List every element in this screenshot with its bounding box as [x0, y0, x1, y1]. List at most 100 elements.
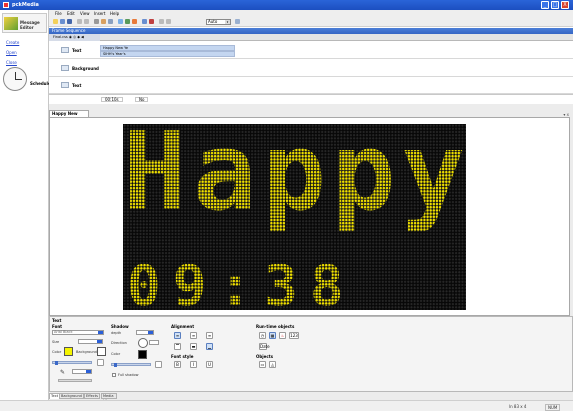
zoom-select[interactable]: Auto ▾ [206, 19, 231, 25]
menu-help[interactable]: Help [110, 11, 119, 16]
insert-image-icon[interactable] [125, 19, 130, 24]
maximize-button[interactable]: □ [551, 1, 559, 9]
app-window: pckMedia _ □ X Message Editor Create Ope… [0, 0, 573, 411]
insert-text-icon[interactable] [118, 19, 123, 24]
play-icon[interactable] [142, 19, 147, 24]
text-color-swatch[interactable] [64, 347, 73, 356]
stop-icon[interactable] [149, 19, 154, 24]
schedule-label[interactable]: Schedule [30, 81, 51, 86]
create-link[interactable]: Create [6, 40, 19, 45]
copy-icon[interactable] [101, 19, 106, 24]
track-label: Text [72, 83, 82, 88]
shadow-color-swatch[interactable] [138, 350, 147, 359]
zoom-out-icon[interactable] [166, 19, 171, 24]
shadow-opacity-value[interactable] [155, 361, 162, 368]
message-editor-label: Message Editor [20, 20, 40, 30]
full-shadow-checkbox[interactable] [112, 373, 116, 377]
tab-media-library[interactable]: Media Library [101, 393, 118, 403]
italic-button[interactable]: I [190, 361, 197, 368]
depth-select[interactable] [136, 330, 154, 335]
paste-icon[interactable] [108, 19, 113, 24]
spacing-slider[interactable] [58, 379, 92, 382]
font-select[interactable]: Arial Black [52, 330, 104, 335]
counter-object-icon[interactable]: 123 [289, 332, 299, 339]
minimize-button[interactable]: _ [541, 1, 549, 9]
duration-field[interactable]: 00:10s [101, 97, 123, 102]
loop-field[interactable]: No [135, 97, 149, 102]
rectangle-object-icon[interactable]: ▭ [259, 361, 266, 368]
chevron-down-icon [86, 370, 91, 373]
temperature-object-icon[interactable]: ♨ [279, 332, 286, 339]
menu-insert[interactable]: Insert [94, 11, 105, 16]
font-group-title: Font [52, 324, 63, 329]
cut-icon[interactable] [94, 19, 99, 24]
shadow-color-label: Color [111, 352, 121, 356]
align-center-button[interactable]: ≡ [190, 332, 197, 339]
text-properties-panel: Text Font Arial Black Size Color Backgro… [49, 316, 573, 392]
shadow-opacity-slider[interactable] [111, 363, 151, 367]
size-label: Size [52, 340, 60, 344]
background-track-icon [61, 65, 69, 71]
timeline-ruler[interactable]: Final.css ◉ ◎ ◆ ◀ [49, 34, 573, 41]
led-display: Happy 09:38 [123, 124, 466, 310]
opacity-slider[interactable] [52, 361, 92, 365]
direction-label: Direction [111, 341, 127, 345]
clock-icon[interactable] [3, 67, 27, 91]
menu-file[interactable]: File [55, 11, 62, 16]
toolbar: Auto ▾ [49, 17, 573, 27]
slider-knob[interactable] [114, 363, 117, 367]
effect-select[interactable] [72, 369, 92, 374]
help-icon[interactable] [235, 19, 240, 24]
redo-icon[interactable] [84, 19, 89, 24]
frame-sequence-footer: 00:10s No [49, 94, 573, 103]
text-track-icon [61, 82, 69, 88]
menu-view[interactable]: View [80, 11, 90, 16]
track-row[interactable]: Background [49, 59, 573, 77]
open-link[interactable]: Open [6, 50, 17, 55]
insert-frame-icon[interactable] [132, 19, 137, 24]
status-bar: ln 83 x 4 NUM [0, 400, 573, 411]
direction-value[interactable] [149, 340, 159, 345]
slider-knob[interactable] [55, 361, 58, 365]
shadow-effect-icon[interactable]: ✎ [60, 369, 65, 376]
num-lock-indicator: NUM [545, 404, 561, 411]
clock-object-icon[interactable]: ◷ [259, 332, 266, 339]
track-row[interactable]: Text [49, 77, 573, 94]
open-icon[interactable] [60, 19, 65, 24]
direction-dial[interactable] [138, 338, 148, 348]
alignment-group-title: Alignment [171, 324, 195, 329]
opacity-value[interactable] [97, 359, 104, 366]
size-select[interactable] [78, 339, 103, 344]
timeline-tools[interactable]: Final.css ◉ ◎ ◆ ◀ [49, 34, 100, 41]
led-clock: 09:38 [127, 254, 356, 310]
align-right-button[interactable]: ≡ [206, 332, 213, 339]
shape-object-icon[interactable]: ◬ [269, 361, 276, 368]
cursor-position: ln 83 x 4 [509, 404, 527, 409]
tab-effects[interactable]: Effects [84, 393, 100, 399]
chevron-down-icon [98, 331, 103, 334]
align-bottom-button[interactable]: ▁ [206, 343, 213, 350]
align-top-button[interactable]: ▔ [174, 343, 181, 350]
calendar-object-icon[interactable]: ▦ [269, 332, 276, 339]
message-editor-button[interactable]: Message Editor [2, 13, 47, 33]
zoom-in-icon[interactable] [159, 19, 164, 24]
close-link[interactable]: Close [6, 60, 17, 65]
align-middle-button[interactable]: ▬ [190, 343, 197, 350]
track-label: Background [72, 66, 99, 71]
menu-edit[interactable]: Edit [67, 11, 75, 16]
underline-button[interactable]: U [206, 361, 213, 368]
background-color-swatch[interactable] [97, 347, 106, 356]
preview-tab[interactable]: Happy New Year [49, 110, 89, 122]
align-left-button[interactable]: ≡ [174, 332, 181, 339]
full-shadow-label: Full shadow [118, 373, 139, 377]
bold-button[interactable]: B [174, 361, 181, 368]
date-object-button[interactable]: Date [259, 343, 270, 350]
close-button[interactable]: X [561, 1, 569, 9]
tab-background[interactable]: Background [59, 393, 84, 399]
track-row[interactable]: Text Happy New Ye SIHH's Year's [49, 41, 573, 59]
undo-icon[interactable] [77, 19, 82, 24]
track-label: Text [72, 48, 82, 53]
new-icon[interactable] [53, 19, 58, 24]
save-icon[interactable] [67, 19, 72, 24]
frame-cell[interactable]: SIHH's Year's [100, 51, 235, 57]
